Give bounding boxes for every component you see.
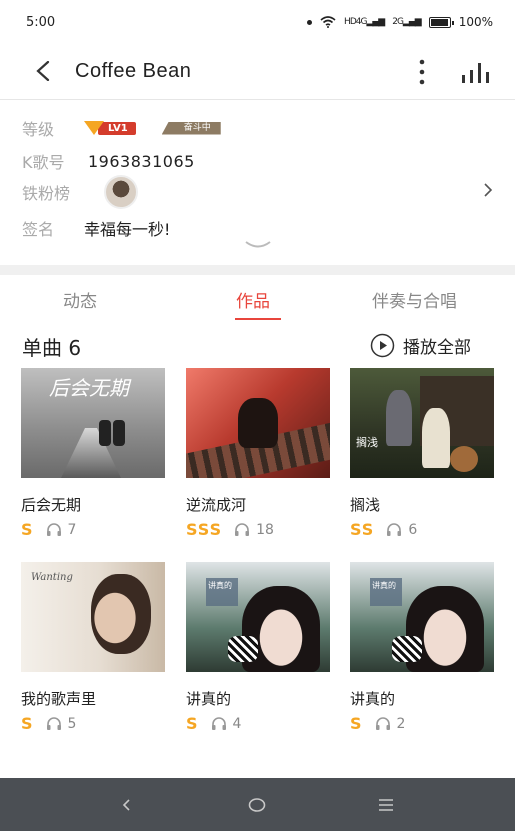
headphones-icon [46,716,61,730]
song-cover[interactable]: 讲真的 [186,562,330,672]
song-plays: 5 [67,715,77,732]
fan-avatar[interactable] [104,175,138,209]
signature-row: 签名 幸福每一秒! [22,216,170,240]
battery-fill [430,18,448,26]
song-meta: S 5 [21,714,166,733]
singles-count-title: 单曲 6 [22,336,82,360]
net1-label: 4G [355,17,368,27]
cover-art-lettering: 讲真的 [370,578,402,606]
song-grade: S [21,714,34,733]
more-vertical-icon[interactable] [414,58,430,86]
chevron-right-icon[interactable] [482,183,494,197]
nav-home-icon[interactable] [248,797,266,813]
cover-art-lettering: 后会无期 [49,376,129,400]
battery-percent: 100% [458,15,493,29]
signal-1-icon: HD4G▂▄▆ [344,17,385,27]
k-number-row: K歌号 1963831065 [22,149,195,173]
status-icons: HD4G▂▄▆ 2G▂▄▆ 100% [307,15,493,29]
play-all-label: 播放全部 [403,338,471,358]
song-cover[interactable] [186,368,330,478]
k-number-value: 1963831065 [88,151,195,171]
tab-activity[interactable]: 动态 [63,287,97,312]
song-card[interactable]: Wanting 我的歌声里 S 5 [21,562,166,733]
level-label: 等级 [22,120,55,139]
tab-accompaniment-chorus[interactable]: 伴奏与合唱 [372,287,457,312]
song-title: 讲真的 [186,690,232,708]
headphones-icon [211,716,226,730]
profile-info: 等级 LV1 奋斗中 K歌号 1963831065 铁粉榜 签名 幸福每一秒! [0,100,515,265]
wifi-icon [320,16,336,28]
song-meta: SS 6 [350,520,495,539]
status-bar: 5:00 HD4G▂▄▆ 2G▂▄▆ 100% [0,0,515,44]
signature-label: 签名 [22,220,55,239]
hd-label: HD [344,17,357,27]
signal-2-icon: 2G▂▄▆ [392,17,421,27]
chart-bars-icon[interactable] [460,62,492,84]
chevron-down-icon[interactable] [244,239,272,253]
song-plays: 2 [396,715,406,732]
song-plays: 18 [256,521,274,538]
nav-menu-icon[interactable] [378,798,394,812]
song-title: 逆流成河 [186,496,247,514]
tab-works[interactable]: 作品 [236,287,270,312]
status-time: 5:00 [26,14,56,30]
song-title: 讲真的 [350,690,396,708]
headphones-icon [375,716,390,730]
song-meta: S 2 [350,714,495,733]
song-grade: S [21,520,34,539]
battery-icon [428,16,454,28]
headphones-icon [46,522,61,536]
song-card[interactable]: 逆流成河 SSS 18 [186,368,331,539]
level-badge[interactable]: LV1 [84,121,136,135]
song-grade: S [350,714,363,733]
tab-bar: 动态 作品 伴奏与合唱 [0,275,515,321]
page-title: Coffee Bean [75,60,192,82]
song-card[interactable]: 讲真的 讲真的 S 2 [350,562,495,733]
tab-active-indicator [235,318,281,320]
nav-back-icon[interactable] [120,798,134,812]
cover-art-lettering: 搁浅 [356,436,378,449]
rank-badge[interactable]: 奋斗中 [161,121,221,135]
fans-row[interactable]: 铁粉榜 [22,175,138,209]
song-title: 我的歌声里 [21,690,97,708]
headphones-icon [387,522,402,536]
signature-value: 幸福每一秒! [84,220,171,239]
song-cover[interactable]: Wanting [21,562,165,672]
song-title: 搁浅 [350,496,381,514]
system-nav-bar [0,778,515,831]
song-plays: 4 [232,715,242,732]
song-title: 后会无期 [21,496,82,514]
play-all-button[interactable]: 播放全部 [370,333,471,358]
level-row: 等级 LV1 奋斗中 [22,116,221,140]
k-number-label: K歌号 [22,153,65,172]
notification-dot-icon [307,19,313,25]
net2-label: 2G [392,17,404,27]
song-card[interactable]: 讲真的 讲真的 S 4 [186,562,331,733]
fans-label: 铁粉榜 [22,184,71,203]
song-cover[interactable]: 搁浅 [350,368,494,478]
song-cover[interactable]: 讲真的 [350,562,494,672]
song-meta: SSS 18 [186,520,331,539]
song-plays: 7 [67,521,77,538]
song-card[interactable]: 搁浅 搁浅 SS 6 [350,368,495,539]
song-plays: 6 [408,521,418,538]
headphones-icon [235,522,250,536]
song-grade: S [186,714,199,733]
play-circle-icon [370,333,395,358]
level-triangle-icon [84,121,104,135]
song-grade: SSS [186,520,223,539]
back-arrow-icon[interactable] [34,61,54,81]
song-grade: SS [350,520,375,539]
section-divider [0,265,515,275]
song-cover[interactable]: 后会无期 [21,368,165,478]
song-meta: S 7 [21,520,166,539]
app-header: Coffee Bean [0,44,515,100]
song-card[interactable]: 后会无期 后会无期 S 7 [21,368,166,539]
song-meta: S 4 [186,714,331,733]
cover-art-lettering: 讲真的 [206,578,238,606]
cover-art-lettering: Wanting [31,572,73,583]
